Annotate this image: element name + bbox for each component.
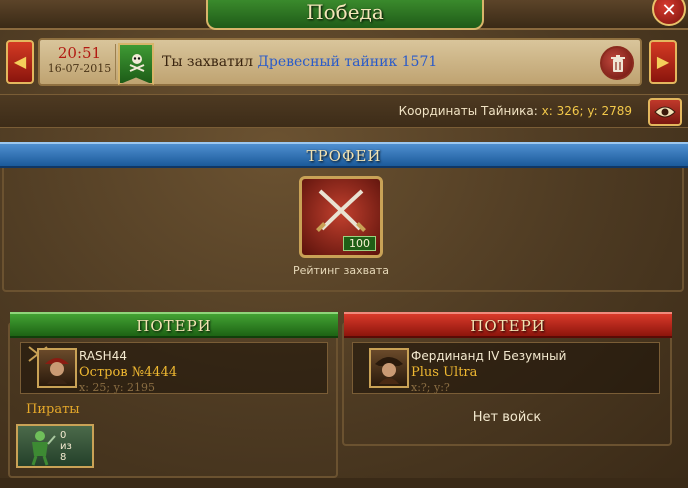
trophy-label: Рейтинг захвата (292, 264, 390, 277)
coordinates-bar: Координаты Тайника: x: 326; y: 2789 (0, 94, 688, 128)
message-prefix: Ты захватил (162, 54, 254, 70)
close-icon: ✕ (661, 0, 677, 21)
pirate-unit-card[interactable]: 0 из 8 (16, 424, 94, 468)
defender-alliance[interactable]: Plus Ultra (411, 365, 477, 380)
trash-icon (611, 55, 625, 72)
defender-name[interactable]: Фердинанд IV Безумный (411, 349, 566, 363)
crossed-sabers-icon (316, 189, 366, 232)
coordinates-label: Координаты Тайника: (398, 104, 538, 118)
pirate-flag-icon (118, 43, 154, 85)
message-header: 20:51 16-07-2015 Ты захватил Древесный т… (38, 38, 642, 86)
message-time: 20:51 (57, 44, 102, 62)
defender-card: Фердинанд IV Безумный Plus Ultra x:?; y:… (352, 342, 660, 394)
message-text: Ты захватил Древесный тайник 1571 (162, 54, 437, 70)
pirate-unit-icon (31, 431, 56, 466)
arrow-right-icon: ▶ (656, 52, 670, 71)
bottom-edge (0, 478, 688, 488)
trophies-header: ТРОФЕИ (0, 142, 688, 168)
message-timestamp: 20:51 16-07-2015 (44, 44, 116, 80)
unit-lost: 0 (60, 430, 67, 441)
no-troops-text: Нет войск (472, 410, 542, 425)
unit-count: 0 из 8 (60, 430, 94, 463)
attacker-island: Остров №4444 (79, 365, 178, 380)
coordinates-text: Координаты Тайника: x: 326; y: 2789 (399, 104, 632, 118)
eye-icon (654, 106, 676, 118)
unit-of: из (60, 441, 72, 452)
delete-message-button[interactable] (600, 46, 634, 80)
view-on-map-button[interactable] (648, 98, 682, 126)
units-section-label: Пираты (26, 402, 80, 417)
attacker-losses-header: ПОТЕРИ (10, 312, 338, 338)
unit-total: 8 (60, 452, 67, 463)
coordinates-value: x: 326; y: 2789 (541, 104, 632, 118)
avatar[interactable] (369, 348, 409, 388)
previous-message-button[interactable]: ◀ (6, 40, 34, 84)
defender-losses-header: ПОТЕРИ (344, 312, 672, 338)
attacker-coords: x: 25; y: 2195 (79, 381, 156, 394)
attacker-name[interactable]: RASH44 (79, 349, 127, 363)
defender-coords: x:?; y:? (411, 381, 450, 394)
attacker-card: RASH44 Остров №4444 x: 25; y: 2195 (20, 342, 328, 394)
arrow-left-icon: ◀ (13, 52, 27, 71)
next-message-button[interactable]: ▶ (649, 40, 677, 84)
target-link[interactable]: Древесный тайник 1571 (257, 54, 437, 70)
window-title: Победа (206, 0, 484, 30)
trophy-count: 100 (343, 236, 376, 251)
trophy-item[interactable]: 100 (299, 176, 383, 258)
message-row: ◀ 20:51 16-07-2015 Ты захватил Древесный… (0, 34, 688, 90)
avatar[interactable] (37, 348, 77, 388)
message-date: 16-07-2015 (47, 62, 112, 75)
